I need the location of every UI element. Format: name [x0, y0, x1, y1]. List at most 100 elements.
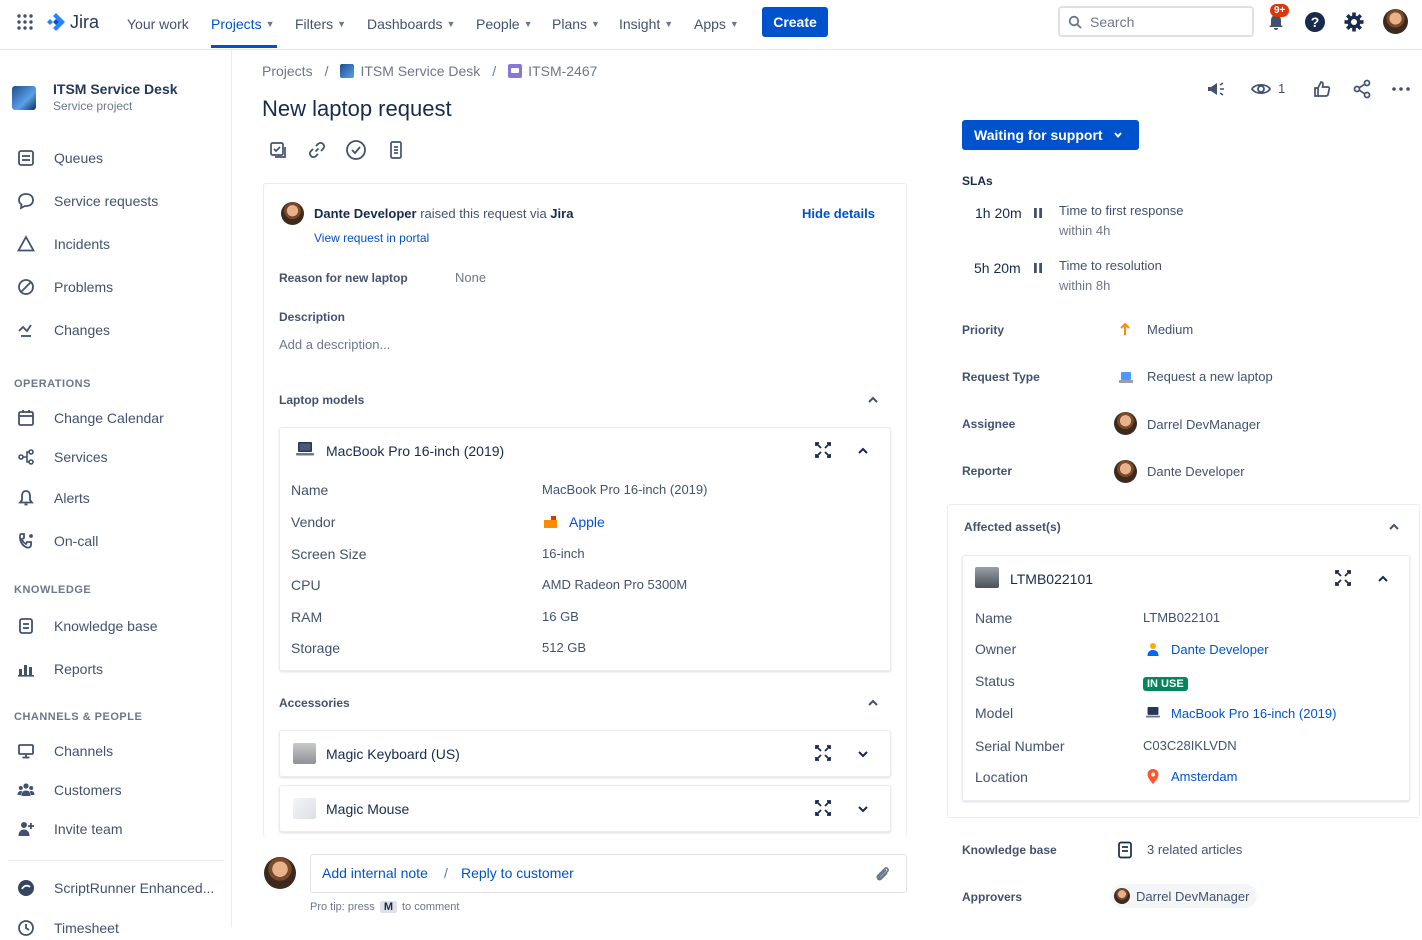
share-icon[interactable] [1350, 77, 1374, 101]
nav-filters[interactable]: Filters ▼ [295, 13, 346, 35]
chevron-down-icon[interactable] [856, 802, 870, 816]
expand-icon[interactable] [813, 798, 833, 818]
chevron-up-icon[interactable] [866, 393, 880, 407]
location-link[interactable]: Amsterdam [1171, 769, 1237, 784]
priority-value[interactable]: Medium [1147, 322, 1193, 337]
nav-people[interactable]: People ▼ [476, 13, 533, 35]
chevron-up-icon[interactable] [866, 696, 880, 710]
asset-name[interactable]: LTMB022101 [1010, 571, 1093, 587]
settings-icon[interactable] [1343, 11, 1365, 33]
nav-projects[interactable]: Projects ▼ [211, 13, 275, 35]
sidebar-item-problems[interactable]: Problems [16, 275, 113, 299]
sidebar-item-scriptrunner[interactable]: ScriptRunner Enhanced... [16, 876, 214, 900]
breadcrumb-issue-key[interactable]: ITSM-2467 [528, 63, 597, 79]
nav-apps[interactable]: Apps ▼ [694, 13, 739, 35]
accessory-name: Magic Mouse [326, 801, 410, 817]
expand-icon[interactable] [1333, 568, 1353, 588]
description-field[interactable]: Add a description... [279, 337, 390, 352]
chevron-up-icon[interactable] [1387, 520, 1401, 534]
reporter-avatar [281, 202, 304, 225]
add-child-icon[interactable] [266, 138, 290, 162]
status-label: Waiting for support [974, 127, 1103, 143]
nav-label: Dashboards [367, 16, 443, 32]
sidebar-item-queues[interactable]: Queues [16, 146, 103, 170]
sidebar-item-change-calendar[interactable]: Change Calendar [16, 406, 164, 430]
protip-prefix: Pro tip: press [310, 901, 375, 913]
reply-to-customer-button[interactable]: Reply to customer [461, 865, 574, 881]
approval-check-icon[interactable] [344, 138, 368, 162]
sidebar-item-services[interactable]: Services [16, 445, 108, 469]
sidebar-item-channels[interactable]: Channels [16, 739, 113, 763]
reporter-name[interactable]: Dante Developer [314, 206, 417, 221]
thumbs-up-icon[interactable] [1310, 77, 1334, 101]
knowledge-base-label: Knowledge base [962, 843, 1057, 857]
sidebar-item-timesheet[interactable]: Timesheet [16, 916, 119, 940]
document-icon[interactable] [384, 138, 408, 162]
view-portal-link[interactable]: View request in portal [314, 231, 429, 245]
reporter-value[interactable]: Dante Developer [1147, 464, 1245, 479]
sidebar-item-service-requests[interactable]: Service requests [16, 189, 158, 213]
hide-details-button[interactable]: Hide details [802, 206, 875, 221]
watch-eye-icon[interactable] [1249, 77, 1273, 101]
model-link[interactable]: MacBook Pro 16-inch (2019) [1171, 706, 1336, 721]
nav-insight[interactable]: Insight ▼ [619, 13, 673, 35]
project-name[interactable]: ITSM Service Desk [53, 81, 178, 97]
chevron-down-icon: ▼ [265, 19, 275, 29]
more-actions-icon[interactable] [1389, 77, 1413, 101]
chevron-up-icon[interactable] [856, 444, 870, 458]
breadcrumb-projects[interactable]: Projects [262, 63, 313, 79]
knowledge-base-value[interactable]: 3 related articles [1147, 842, 1242, 857]
assignee-label: Assignee [962, 417, 1016, 431]
feedback-megaphone-icon[interactable] [1204, 77, 1228, 101]
nav-plans[interactable]: Plans ▼ [552, 13, 600, 35]
issue-title[interactable]: New laptop request [262, 96, 452, 122]
expand-icon[interactable] [813, 440, 833, 460]
request-type-value[interactable]: Request a new laptop [1147, 369, 1273, 384]
app-switcher-icon[interactable] [16, 13, 34, 31]
field-value-storage: 512 GB [542, 640, 587, 655]
sidebar-item-on-call[interactable]: On-call [16, 529, 98, 553]
nav-dashboards[interactable]: Dashboards ▼ [367, 13, 455, 35]
breadcrumb-project[interactable]: ITSM Service Desk [360, 63, 480, 79]
nav-label: Insight [619, 16, 661, 32]
owner-link[interactable]: Dante Developer [1171, 642, 1269, 657]
article-icon [16, 616, 36, 636]
user-avatar[interactable] [1383, 9, 1408, 34]
warning-triangle-icon [16, 234, 36, 254]
reporter-label: Reporter [962, 464, 1013, 478]
scriptrunner-icon [16, 878, 36, 898]
sidebar-item-incidents[interactable]: Incidents [16, 232, 110, 256]
create-button[interactable]: Create [762, 7, 828, 37]
pause-icon [1033, 262, 1043, 274]
jira-logo[interactable]: Jira [46, 10, 99, 34]
approver-chip[interactable]: Darrel DevManager [1111, 884, 1258, 908]
attachment-icon[interactable] [872, 864, 892, 884]
field-value-screen-size: 16-inch [542, 546, 585, 561]
pause-icon [1033, 207, 1043, 219]
link-icon[interactable] [305, 138, 329, 162]
sidebar-item-customers[interactable]: Customers [16, 778, 122, 802]
status-dropdown[interactable]: Waiting for support [962, 120, 1139, 150]
chevron-down-icon: ▼ [446, 19, 456, 29]
chevron-up-icon[interactable] [1376, 572, 1390, 586]
field-label-name: Name [975, 610, 1013, 626]
search-input[interactable]: Search [1058, 6, 1254, 37]
field-label-name: Name [291, 482, 329, 498]
nav-your-work[interactable]: Your work [127, 13, 189, 35]
description-label: Description [279, 310, 346, 324]
field-label-cpu: CPU [291, 577, 321, 593]
reason-value[interactable]: None [455, 270, 486, 285]
field-value-vendor-link[interactable]: Apple [569, 514, 605, 530]
sidebar-item-invite-team[interactable]: Invite team [16, 817, 122, 841]
add-internal-note-button[interactable]: Add internal note [322, 865, 428, 881]
assignee-value[interactable]: Darrel DevManager [1147, 417, 1260, 432]
laptop-model-name[interactable]: MacBook Pro 16-inch (2019) [326, 443, 504, 459]
expand-icon[interactable] [813, 743, 833, 763]
sidebar-item-alerts[interactable]: Alerts [16, 486, 90, 510]
help-icon[interactable]: ? [1304, 11, 1326, 33]
chevron-down-icon[interactable] [856, 747, 870, 761]
sidebar-item-label: Reports [54, 661, 104, 677]
sidebar-item-changes[interactable]: Changes [16, 318, 110, 342]
sidebar-item-reports[interactable]: Reports [16, 657, 103, 681]
sidebar-item-knowledge-base[interactable]: Knowledge base [16, 614, 158, 638]
